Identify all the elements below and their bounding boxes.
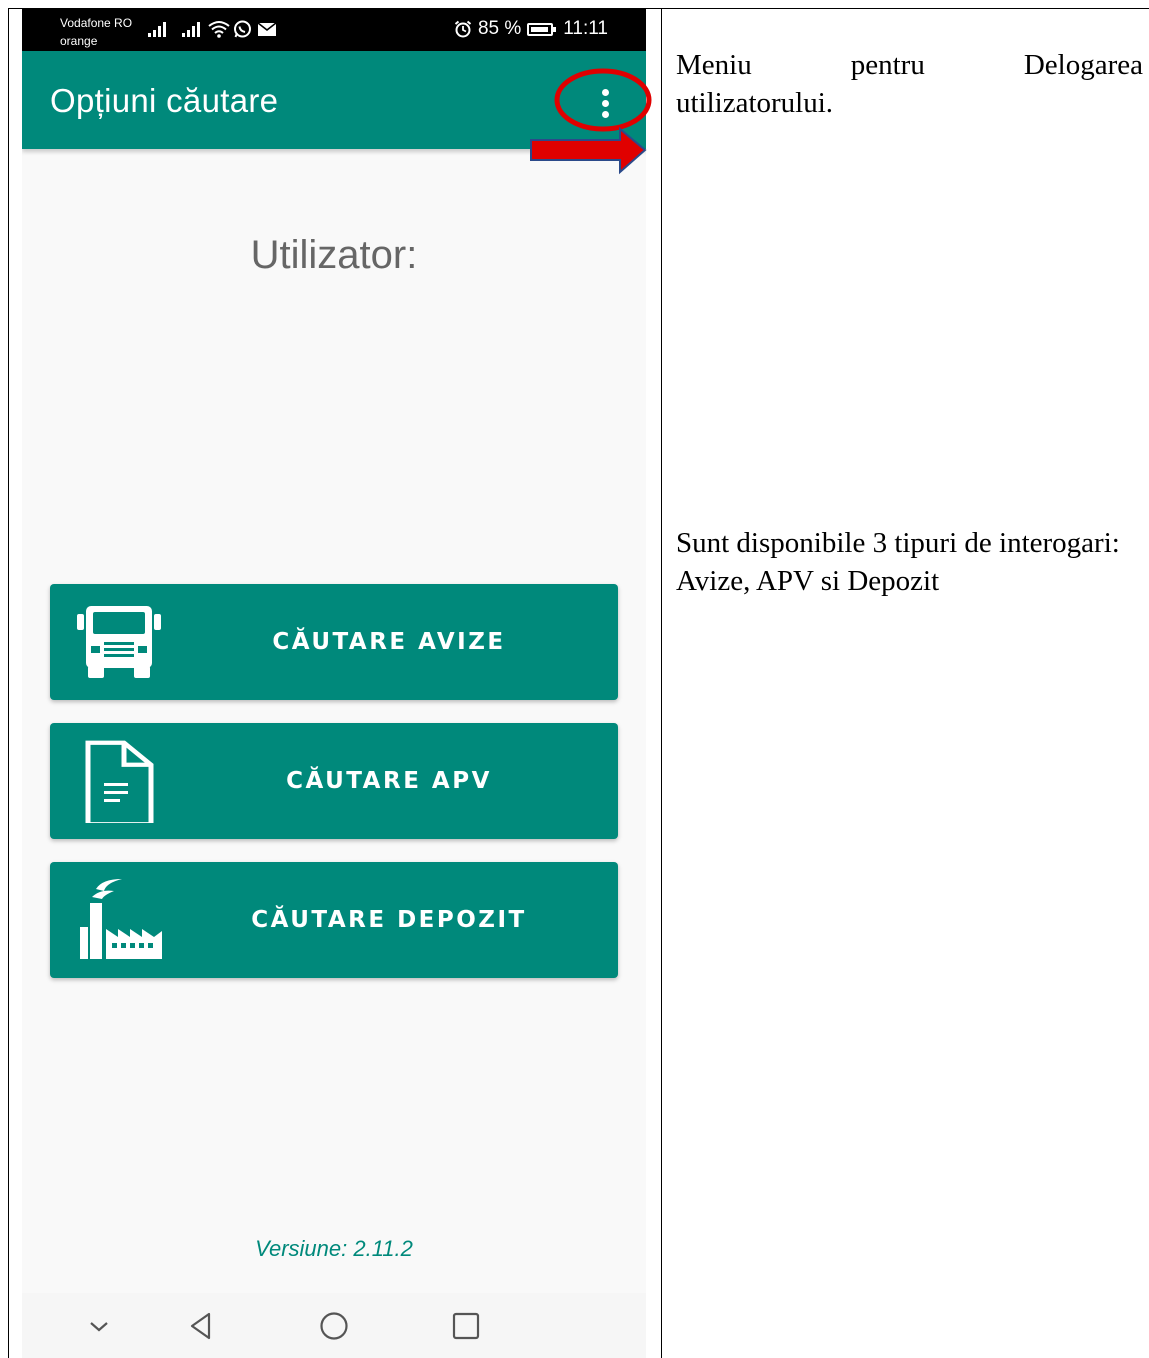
document-icon (85, 740, 154, 823)
menu-note-line1: Meniu pentru Delogarea (676, 49, 1143, 81)
search-apv-label: CĂUTARE APV (286, 768, 492, 794)
carrier-name-2: orange (60, 34, 98, 48)
status-right: 85 % 11:11 (454, 18, 608, 40)
highlight-circle (554, 68, 652, 132)
truck-icon (77, 606, 161, 678)
search-avize-label: CĂUTARE AVIZE (272, 629, 506, 655)
search-apv-button[interactable]: CĂUTARE APV (50, 723, 618, 839)
back-icon[interactable] (184, 1309, 218, 1343)
table-divider (661, 8, 662, 1358)
signal-icon (148, 22, 166, 37)
recents-icon[interactable] (449, 1309, 483, 1343)
user-label: Utilizator: (250, 233, 418, 277)
wifi-icon (208, 21, 230, 38)
alarm-icon (454, 20, 472, 38)
status-bar: Vodafone RO orange 85 % 11:11 (22, 8, 646, 51)
version-label: Versiune: 2.11.2 (255, 1236, 413, 1261)
battery-percent: 85 % (477, 18, 522, 39)
battery-icon (527, 22, 557, 36)
arrow-right-icon (530, 126, 647, 175)
search-depozit-button[interactable]: CĂUTARE DEPOZIT (50, 862, 618, 978)
search-depozit-label: CĂUTARE DEPOZIT (251, 907, 527, 933)
search-avize-button[interactable]: CĂUTARE AVIZE (50, 584, 618, 700)
menu-note-line2: utilizatorului. (676, 87, 834, 119)
system-nav-bar (22, 1293, 646, 1358)
page-title: Opțiuni căutare (50, 82, 279, 119)
carrier-name-1: Vodafone RO (60, 16, 133, 30)
signal-icon (182, 22, 200, 37)
carrier-info: Vodafone RO orange (60, 14, 132, 50)
queries-note: Sunt disponibile 3 tipuri de interogari:… (676, 527, 1120, 597)
factory-icon (80, 879, 162, 959)
chevron-down-icon[interactable] (82, 1309, 116, 1343)
table-left-border (8, 8, 9, 1358)
clock: 11:11 (563, 18, 608, 39)
phone-screen: Vodafone RO orange 85 % 11:11 Opțiuni că… (22, 8, 646, 1358)
home-icon[interactable] (317, 1309, 351, 1343)
mail-icon (258, 23, 276, 36)
whatsapp-icon (234, 20, 251, 38)
